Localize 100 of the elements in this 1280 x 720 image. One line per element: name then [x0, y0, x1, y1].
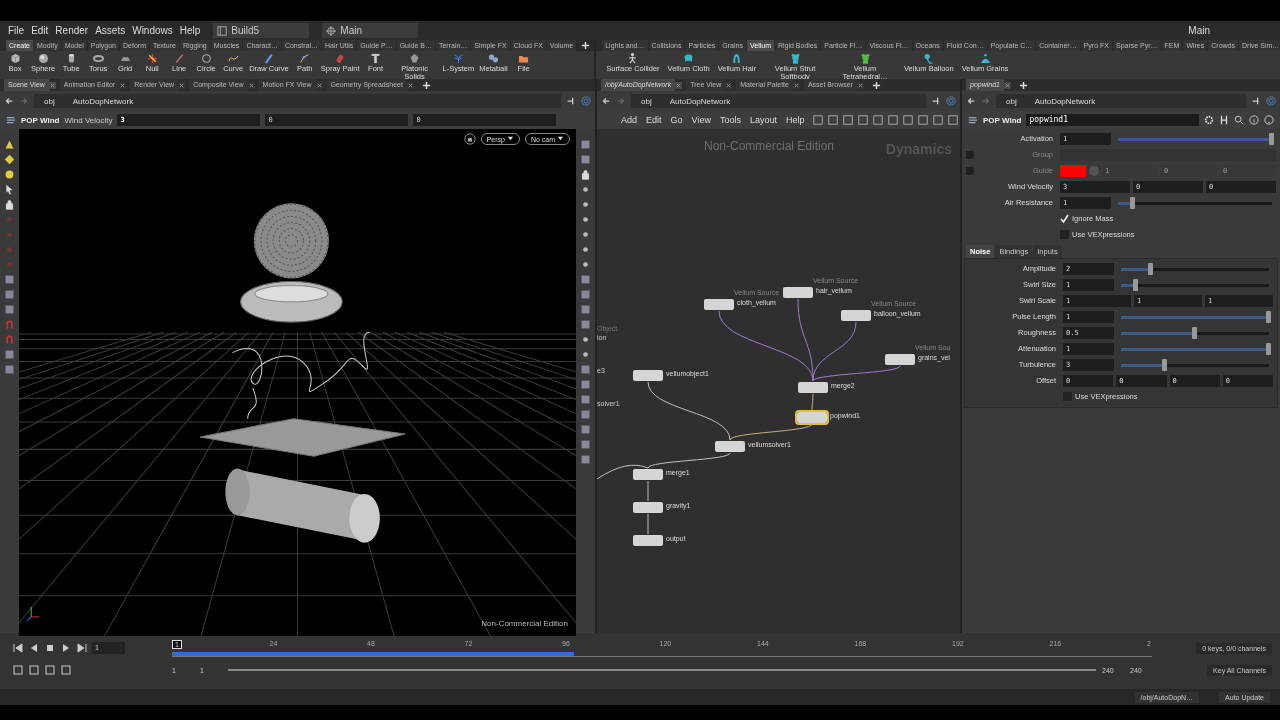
slider-handle[interactable] [1162, 358, 1168, 371]
menu-item[interactable]: Windows [132, 25, 173, 36]
toolbar-square-icon[interactable] [858, 115, 869, 125]
path-field[interactable]: obj AutoDopNetwork [631, 94, 926, 108]
network-node[interactable] [633, 535, 663, 546]
square-icon[interactable] [4, 349, 15, 360]
back-arrow-icon[interactable] [4, 96, 14, 106]
menu-item[interactable]: Help [179, 25, 201, 36]
close-icon[interactable] [406, 81, 414, 89]
desktop-dropdown[interactable]: Build5 [213, 23, 310, 38]
spiral-icon[interactable] [1266, 96, 1276, 106]
dot-icon[interactable] [580, 184, 591, 195]
slider-handle[interactable] [1132, 278, 1138, 291]
close-icon[interactable] [857, 81, 865, 89]
toolbar-square-icon[interactable] [888, 115, 899, 125]
square-icon[interactable] [580, 454, 591, 465]
square-icon[interactable] [4, 364, 15, 375]
slider-track[interactable] [1121, 342, 1269, 355]
dot-icon[interactable] [4, 214, 15, 225]
network-node[interactable] [841, 310, 871, 321]
pin-icon[interactable] [566, 96, 576, 106]
dot-icon[interactable] [4, 244, 15, 255]
slider-handle[interactable] [1266, 342, 1271, 355]
network-node[interactable] [633, 469, 663, 480]
network-node[interactable] [885, 354, 915, 365]
dot-icon[interactable] [580, 259, 591, 270]
square-icon[interactable] [4, 289, 15, 300]
square-icon[interactable] [580, 319, 591, 330]
slider-handle[interactable] [1147, 262, 1153, 275]
magnet-icon[interactable] [4, 334, 15, 345]
square-icon[interactable] [580, 154, 591, 165]
network-node[interactable] [715, 441, 745, 452]
node-name-field[interactable]: popwind1 [1026, 114, 1199, 126]
square-icon[interactable] [4, 274, 15, 285]
square-icon[interactable] [580, 274, 591, 285]
toolbar-square-icon[interactable] [843, 115, 854, 125]
help-icon[interactable] [1264, 115, 1274, 125]
square-icon[interactable] [580, 304, 591, 315]
pin-icon[interactable] [1251, 96, 1261, 106]
square-icon[interactable] [580, 379, 591, 390]
toolbar-square-icon[interactable] [44, 664, 56, 676]
toolbar-square-icon[interactable] [60, 664, 72, 676]
slider-track[interactable] [1121, 326, 1269, 339]
gear-icon[interactable] [1204, 115, 1214, 125]
path-field[interactable]: obj AutoDopNetwork [34, 94, 561, 108]
close-icon[interactable] [1003, 81, 1011, 89]
close-icon[interactable] [247, 81, 255, 89]
square-icon[interactable] [580, 364, 591, 375]
square-icon[interactable] [580, 289, 591, 300]
plus-icon[interactable] [421, 80, 431, 90]
slider-track[interactable] [1118, 196, 1272, 209]
help-bracket-icon[interactable] [1219, 115, 1229, 125]
toolbar-square-icon[interactable] [873, 115, 884, 125]
dot-icon[interactable] [4, 229, 15, 240]
path-field[interactable]: obj AutoDopNetwork [996, 94, 1246, 108]
close-icon[interactable] [119, 81, 127, 89]
square-icon[interactable] [580, 439, 591, 450]
menu-item[interactable]: Assets [95, 25, 126, 36]
pin-icon[interactable] [931, 96, 941, 106]
viewport-set-dropdown[interactable]: Main [322, 23, 419, 38]
arrow-pointer-icon[interactable] [4, 184, 15, 195]
square-icon[interactable] [580, 424, 591, 435]
dot-icon[interactable] [580, 199, 591, 210]
diamond-icon[interactable] [4, 154, 15, 165]
square-icon[interactable] [580, 409, 591, 420]
square-icon[interactable] [580, 139, 591, 150]
dot-icon[interactable] [4, 259, 15, 270]
range-slider[interactable] [228, 666, 1096, 674]
slider-handle[interactable] [1130, 196, 1136, 209]
network-node[interactable] [797, 412, 827, 423]
toolbar-square-icon[interactable] [918, 115, 929, 125]
menu-item[interactable]: Render [55, 25, 89, 36]
close-icon[interactable] [315, 81, 323, 89]
toolbar-square-icon[interactable] [903, 115, 914, 125]
network-node[interactable] [783, 287, 813, 298]
search-icon[interactable] [1234, 115, 1244, 125]
slider-handle[interactable] [1192, 326, 1197, 339]
info-icon[interactable] [1249, 115, 1259, 125]
square-icon[interactable] [580, 394, 591, 405]
spiral-icon[interactable] [581, 96, 591, 106]
menu-item[interactable]: Tools [719, 115, 741, 125]
menu-item[interactable]: Add [621, 115, 637, 125]
network-node[interactable] [633, 370, 663, 381]
menu-item[interactable]: File [8, 25, 25, 36]
toolbar-square-icon[interactable] [948, 115, 959, 125]
menu-item[interactable]: Edit [646, 115, 662, 125]
slider-track[interactable] [1118, 132, 1272, 145]
plus-icon[interactable] [1018, 80, 1028, 90]
dot-icon[interactable] [580, 214, 591, 225]
skip-end-icon[interactable] [76, 642, 88, 654]
toolbar-square-icon[interactable] [933, 115, 944, 125]
dot-icon[interactable] [580, 349, 591, 360]
network-canvas[interactable] [597, 129, 960, 633]
toolbar-square-icon[interactable] [828, 115, 839, 125]
slider-track[interactable] [1121, 262, 1269, 275]
plus-icon[interactable] [872, 80, 882, 90]
close-icon[interactable] [725, 81, 733, 89]
network-node[interactable] [798, 382, 828, 393]
slider-track[interactable] [1121, 310, 1269, 323]
back-arrow-icon[interactable] [601, 96, 611, 106]
